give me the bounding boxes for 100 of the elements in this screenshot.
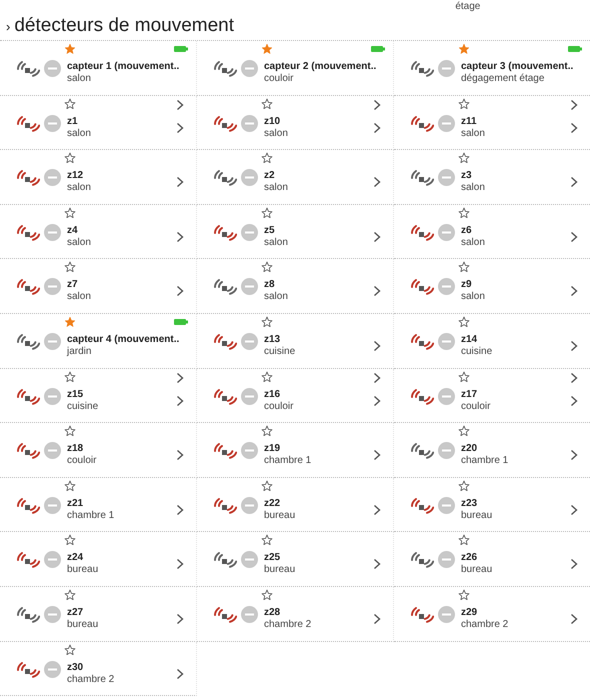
chevron-right-icon[interactable] [570, 612, 578, 625]
chevron-right-icon[interactable] [373, 122, 381, 134]
sensor-card[interactable]: z25 bureau [197, 532, 394, 587]
star-outline-icon[interactable] [458, 425, 470, 438]
chevron-right-icon[interactable] [373, 98, 381, 111]
chevron-right-icon[interactable] [373, 394, 381, 407]
chevron-right-icon[interactable] [570, 504, 578, 516]
star-outline-icon[interactable] [64, 261, 76, 274]
chevron-right-icon[interactable] [373, 285, 381, 298]
star-outline-icon[interactable] [261, 206, 273, 219]
star-outline-icon[interactable] [64, 480, 76, 492]
chevron-right-icon[interactable] [176, 176, 184, 188]
sensor-card[interactable]: z18 couloir [0, 423, 197, 478]
sensor-card[interactable]: z29 chambre 2 [394, 586, 590, 642]
star-icon[interactable] [64, 316, 76, 328]
chevron-right-icon[interactable] [176, 98, 184, 111]
star-outline-icon[interactable] [64, 534, 76, 546]
star-outline-icon[interactable] [64, 588, 76, 601]
chevron-right-icon[interactable] [373, 612, 381, 625]
sensor-card[interactable]: capteur 3 (mouvement.. dégagement étage [394, 41, 590, 96]
sensor-card[interactable]: z24 bureau [0, 532, 197, 587]
sensor-card[interactable]: z15 cuisine [0, 368, 197, 424]
star-outline-icon[interactable] [458, 261, 470, 274]
sensor-card[interactable]: z16 couloir [197, 368, 394, 424]
star-outline-icon[interactable] [261, 480, 273, 492]
chevron-right-icon[interactable] [176, 668, 184, 680]
star-outline-icon[interactable] [64, 152, 76, 164]
chevron-right-icon[interactable] [570, 98, 578, 111]
star-outline-icon[interactable] [261, 98, 273, 110]
star-outline-icon[interactable] [261, 534, 273, 546]
chevron-right-icon[interactable] [373, 230, 381, 243]
chevron-right-icon[interactable] [570, 340, 578, 352]
chevron-right-icon[interactable] [176, 285, 184, 298]
star-outline-icon[interactable] [261, 152, 273, 164]
chevron-right-icon[interactable] [373, 504, 381, 516]
star-outline-icon[interactable] [458, 370, 470, 383]
star-outline-icon[interactable] [64, 370, 76, 383]
sensor-card[interactable]: z11 salon [394, 96, 590, 150]
sensor-card[interactable]: capteur 1 (mouvement.. salon [0, 41, 197, 96]
sensor-card[interactable]: z5 salon [197, 204, 394, 260]
chevron-right-icon[interactable] [373, 372, 381, 384]
sensor-card[interactable]: z22 bureau [197, 478, 394, 532]
sensor-card[interactable]: z23 bureau [394, 478, 590, 532]
sensor-card[interactable]: z26 bureau [394, 532, 590, 587]
chevron-right-icon[interactable] [176, 230, 184, 243]
star-outline-icon[interactable] [458, 206, 470, 219]
sensor-card[interactable]: capteur 4 (mouvement.. jardin [0, 314, 197, 369]
chevron-right-icon[interactable] [570, 449, 578, 462]
chevron-right-icon[interactable] [570, 372, 578, 384]
sensor-card[interactable]: z30 chambre 2 [0, 642, 197, 696]
star-outline-icon[interactable] [64, 425, 76, 438]
collapse-glyph[interactable]: › [6, 16, 10, 36]
chevron-right-icon[interactable] [176, 122, 184, 134]
sensor-card[interactable]: z14 cuisine [394, 314, 590, 369]
sensor-card[interactable]: z19 chambre 1 [197, 423, 394, 478]
star-icon[interactable] [261, 43, 273, 55]
sensor-card[interactable]: z21 chambre 1 [0, 478, 197, 532]
star-outline-icon[interactable] [458, 588, 470, 601]
sensor-card[interactable]: z2 salon [197, 150, 394, 205]
chevron-right-icon[interactable] [176, 372, 184, 384]
star-outline-icon[interactable] [261, 316, 273, 328]
star-outline-icon[interactable] [64, 98, 76, 110]
sensor-card[interactable]: capteur 2 (mouvement.. couloir [197, 41, 394, 96]
star-icon[interactable] [64, 43, 76, 55]
star-outline-icon[interactable] [458, 316, 470, 328]
sensor-card[interactable]: z8 salon [197, 259, 394, 314]
sensor-card[interactable]: z13 cuisine [197, 314, 394, 369]
chevron-right-icon[interactable] [373, 340, 381, 352]
chevron-right-icon[interactable] [176, 449, 184, 462]
chevron-right-icon[interactable] [176, 504, 184, 516]
chevron-right-icon[interactable] [570, 394, 578, 407]
star-outline-icon[interactable] [261, 261, 273, 274]
star-icon[interactable] [458, 43, 470, 55]
sensor-card[interactable]: z9 salon [394, 259, 590, 314]
star-outline-icon[interactable] [458, 534, 470, 546]
sensor-card[interactable]: z20 chambre 1 [394, 423, 590, 478]
star-outline-icon[interactable] [261, 425, 273, 438]
chevron-right-icon[interactable] [570, 176, 578, 188]
chevron-right-icon[interactable] [570, 122, 578, 134]
chevron-right-icon[interactable] [373, 449, 381, 462]
star-outline-icon[interactable] [458, 98, 470, 110]
star-outline-icon[interactable] [64, 206, 76, 219]
star-outline-icon[interactable] [458, 480, 470, 492]
sensor-card[interactable]: z12 salon [0, 150, 197, 205]
sensor-card[interactable]: z6 salon [394, 204, 590, 260]
chevron-right-icon[interactable] [570, 230, 578, 243]
chevron-right-icon[interactable] [176, 394, 184, 407]
sensor-card[interactable]: z27 bureau [0, 586, 197, 642]
chevron-right-icon[interactable] [570, 558, 578, 570]
sensor-card[interactable]: z4 salon [0, 204, 197, 260]
chevron-right-icon[interactable] [373, 558, 381, 570]
sensor-card[interactable]: z17 couloir [394, 368, 590, 424]
chevron-right-icon[interactable] [176, 612, 184, 625]
star-outline-icon[interactable] [458, 152, 470, 164]
chevron-right-icon[interactable] [570, 285, 578, 298]
sensor-card[interactable]: z1 salon [0, 96, 197, 150]
chevron-right-icon[interactable] [373, 176, 381, 188]
chevron-right-icon[interactable] [176, 558, 184, 570]
star-outline-icon[interactable] [64, 644, 76, 656]
star-outline-icon[interactable] [261, 588, 273, 601]
